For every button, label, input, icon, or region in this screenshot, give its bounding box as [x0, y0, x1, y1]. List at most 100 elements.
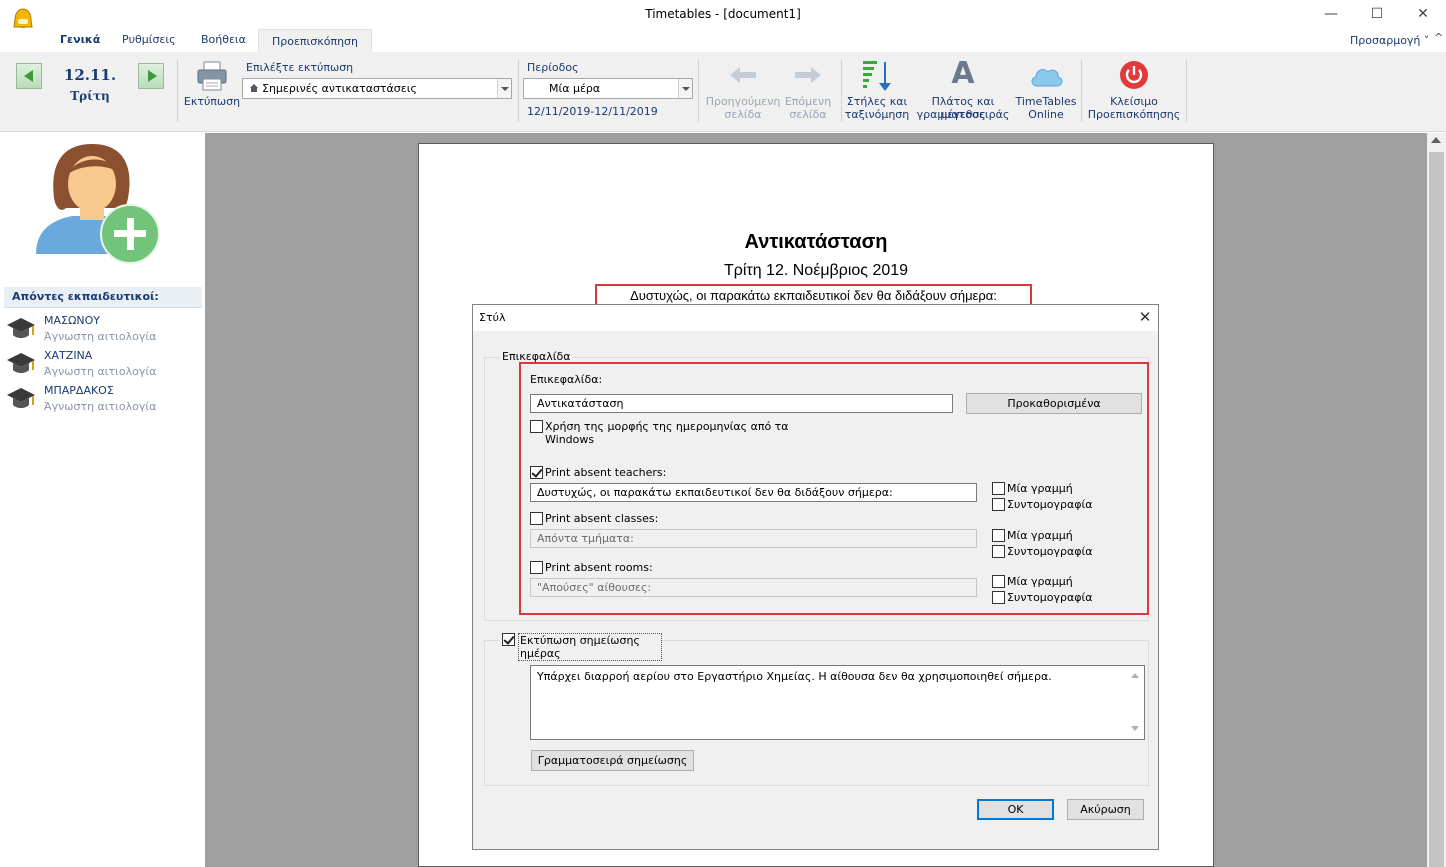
timetables-online-button[interactable]: TimeTables Online [1014, 58, 1078, 122]
absent-classes-input[interactable]: Απόντα τμήματα: [530, 529, 977, 548]
prev-page-label-2: σελίδα [724, 108, 762, 121]
arrow-right-icon [795, 67, 821, 83]
teacher-name: ΧΑΤΖΙΝΑ [44, 349, 93, 362]
print-absent-teachers-checkbox[interactable]: Print absent teachers: [530, 466, 730, 480]
use-windows-date-checkbox[interactable]: Χρήση της μορφής της ημερομηνίας από τα … [530, 420, 830, 446]
ribbon-separator [1186, 60, 1187, 122]
columns-label-2: ταξινόμηση [844, 108, 910, 121]
prev-page-button[interactable]: Προηγούμενη σελίδα [703, 58, 783, 122]
header-input[interactable]: Αντικατάσταση [530, 394, 953, 413]
list-item[interactable]: ΧΑΤΖΙΝΑ Άγνωστη αιτιολογία [5, 349, 203, 383]
cancel-button[interactable]: Ακύρωση [1067, 799, 1144, 820]
classes-one-line-checkbox[interactable]: Μία γραμμή [992, 529, 1112, 543]
checkbox-box [530, 561, 543, 574]
scrollbar-thumb[interactable] [1429, 152, 1444, 867]
absent-rooms-input[interactable]: "Απούσες" αίθουσες: [530, 578, 977, 597]
checkbox-box [530, 466, 543, 479]
close-preview-button[interactable]: Κλείσιμο Προεπισκόπησης [1086, 58, 1182, 122]
current-date: 12.11. [63, 66, 117, 84]
one-line-label: Μία γραμμή [1007, 529, 1073, 542]
current-day: Τρίτη [70, 89, 110, 103]
teacher-reason: Άγνωστη αιτιολογία [44, 400, 157, 413]
tab-preview[interactable]: Προεπισκόπηση [258, 29, 372, 53]
tab-general[interactable]: Γενικά [60, 33, 100, 52]
chevron-down-icon: ˅ [1423, 34, 1430, 47]
teachers-one-line-checkbox[interactable]: Μία γραμμή [992, 482, 1112, 496]
maximize-button[interactable]: ☐ [1354, 0, 1400, 28]
period-range: 12/11/2019-12/11/2019 [527, 105, 658, 118]
print-absent-classes-label: Print absent classes: [545, 512, 659, 525]
checkbox-box [992, 545, 1005, 558]
period-select[interactable]: Μία μέρα [523, 78, 693, 99]
scroll-up-icon[interactable] [1431, 137, 1441, 143]
ribbon-separator [177, 60, 178, 122]
ok-button[interactable]: ΟΚ [977, 799, 1054, 820]
one-line-label: Μία γραμμή [1007, 482, 1073, 495]
note-font-button[interactable]: Γραμματοσειρά σημείωσης [531, 750, 694, 771]
print-type-select[interactable]: Σημερινές αντικαταστάσεις [242, 78, 512, 99]
ribbon-separator [1081, 60, 1082, 122]
add-teacher-avatar-icon[interactable] [32, 138, 162, 268]
font-size-button[interactable]: A Πλάτος και μέγεθος γραμματοσειράς [914, 56, 1012, 122]
arrow-left-icon [730, 67, 756, 83]
customize-menu[interactable]: Προσαρμογή ˅ [1350, 34, 1429, 47]
graduation-cap-icon [7, 318, 35, 338]
teacher-name: ΜΑΣΩΝΟΥ [44, 314, 100, 327]
close-preview-label-2: Προεπισκόπησης [1087, 108, 1181, 121]
ribbon-collapse-icon[interactable]: ^ [1434, 31, 1443, 44]
print-day-note-label: Εκτύπωση σημείωσης ημέρας [518, 633, 662, 661]
checkbox-box [992, 482, 1005, 495]
print-day-note-checkbox[interactable]: Εκτύπωση σημείωσης ημέρας [500, 633, 662, 661]
columns-label-1: Στήλες και [846, 95, 908, 108]
dialog-title-bar [473, 305, 1158, 331]
font-icon: A [951, 56, 975, 91]
online-label-1: TimeTables [1015, 95, 1077, 108]
choose-print-label: Επιλέξτε εκτύπωση [246, 61, 354, 74]
list-item[interactable]: ΜΠΑΡΔΑΚΟΣ Άγνωστη αιτιολογία [5, 384, 203, 418]
minimize-button[interactable]: — [1308, 0, 1354, 28]
print-absent-teachers-label: Print absent teachers: [545, 466, 667, 479]
arrow-right-icon [148, 70, 157, 82]
print-absent-rooms-checkbox[interactable]: Print absent rooms: [530, 561, 730, 575]
use-windows-date-label: Χρήση της μορφής της ημερομηνίας από τα … [545, 420, 789, 446]
window-close-button[interactable]: ✕ [1400, 0, 1446, 28]
one-line-label: Μία γραμμή [1007, 575, 1073, 588]
dialog-close-button[interactable]: ✕ [1134, 306, 1156, 328]
next-page-button[interactable]: Επόμενη σελίδα [779, 58, 837, 122]
prev-day-button[interactable] [16, 63, 42, 89]
abbreviation-label: Συντομογραφία [1007, 498, 1093, 511]
window-title: Timetables - [document1] [645, 7, 801, 21]
period-label: Περίοδος [527, 61, 579, 74]
classes-abbreviation-checkbox[interactable]: Συντομογραφία [992, 545, 1112, 559]
tab-help[interactable]: Βοήθεια [201, 33, 246, 52]
checkbox-box [992, 591, 1005, 604]
tab-settings[interactable]: Ρυθμίσεις [122, 33, 176, 52]
print-button[interactable]: Εκτύπωση [182, 58, 242, 122]
printer-icon [197, 61, 227, 91]
ribbon-separator [518, 60, 519, 122]
note-scrollbar[interactable] [1127, 666, 1144, 739]
document-date: Τρίτη 12. Νοέμβριος 2019 [723, 262, 909, 279]
scroll-up-icon[interactable] [1131, 673, 1139, 678]
absent-teachers-input[interactable]: Δυστυχώς, οι παρακάτω εκπαιδευτικοί δεν … [530, 483, 977, 502]
cloud-icon [1031, 69, 1063, 87]
checkbox-box [530, 420, 543, 433]
graduation-cap-icon [7, 353, 35, 373]
teacher-reason: Άγνωστη αιτιολογία [44, 330, 157, 343]
rooms-abbreviation-checkbox[interactable]: Συντομογραφία [992, 591, 1112, 605]
next-page-label-2: σελίδα [789, 108, 827, 121]
abbreviation-label: Συντομογραφία [1007, 591, 1093, 604]
next-day-button[interactable] [138, 63, 164, 89]
font-label-2: γραμματοσειράς [916, 108, 1010, 121]
prev-page-label-1: Προηγούμενη [705, 95, 781, 108]
power-icon [1120, 61, 1148, 89]
print-absent-classes-checkbox[interactable]: Print absent classes: [530, 512, 730, 526]
scroll-down-icon[interactable] [1131, 726, 1139, 731]
teachers-abbreviation-checkbox[interactable]: Συντομογραφία [992, 498, 1112, 512]
list-item[interactable]: ΜΑΣΩΝΟΥ Άγνωστη αιτιολογία [5, 314, 203, 348]
columns-sorting-button[interactable]: Στήλες και ταξινόμηση [843, 58, 911, 122]
rooms-one-line-checkbox[interactable]: Μία γραμμή [992, 575, 1112, 589]
next-page-label-1: Επόμενη [784, 95, 832, 108]
day-note-textarea[interactable]: Υπάρχει διαρροή αερίου στο Εργαστήριο Χη… [530, 665, 1145, 740]
defaults-button[interactable]: Προκαθορισμένα [966, 393, 1142, 414]
